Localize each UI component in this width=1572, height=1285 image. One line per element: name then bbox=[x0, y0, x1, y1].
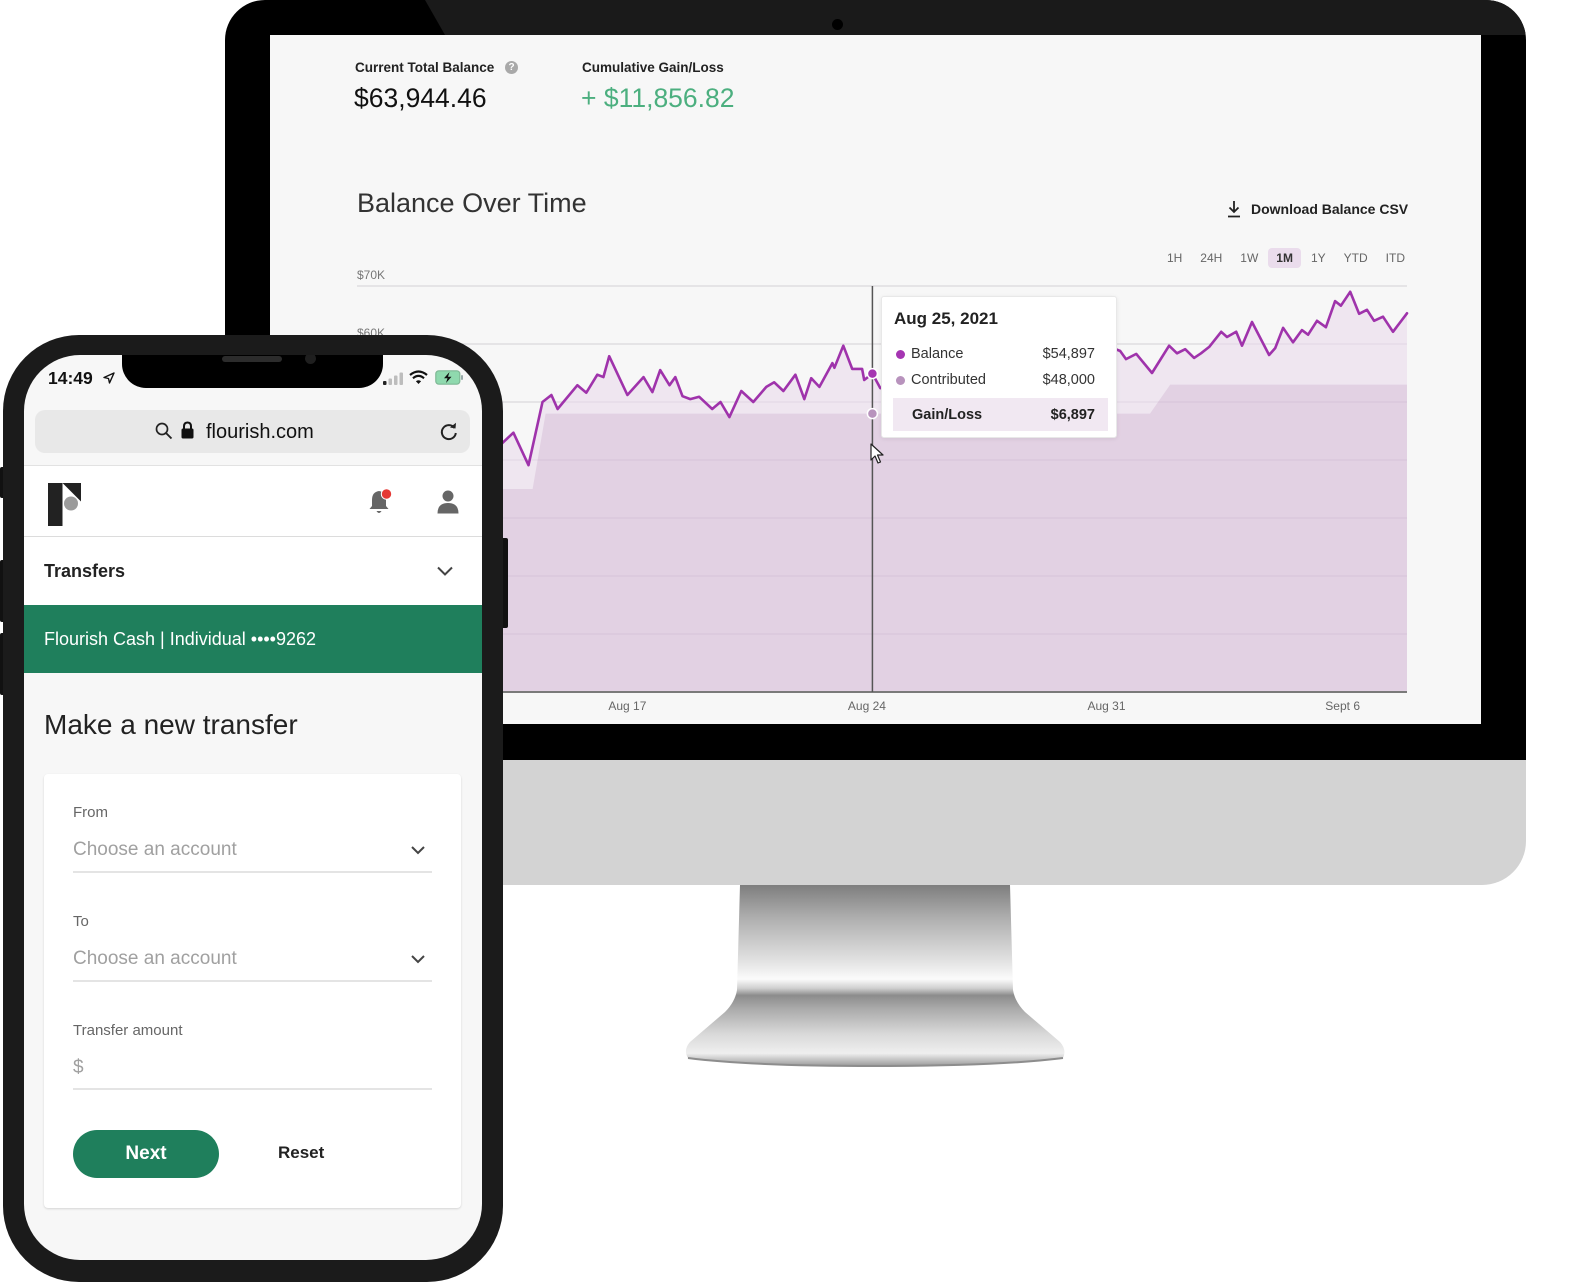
wifi-icon bbox=[409, 370, 428, 384]
to-placeholder: Choose an account bbox=[73, 948, 237, 969]
tooltip-date: Aug 25, 2021 bbox=[894, 309, 998, 328]
chart-tooltip: Aug 25, 2021 Balance $54,897 Contributed… bbox=[881, 296, 1117, 438]
section-label: Transfers bbox=[44, 561, 126, 581]
app-header bbox=[24, 465, 482, 537]
chevron-down-icon bbox=[411, 955, 425, 964]
hover-balance-marker bbox=[866, 367, 879, 380]
url-text: flourish.com bbox=[206, 421, 314, 443]
balance-legend-dot bbox=[896, 350, 905, 359]
status-time: 14:49 bbox=[48, 368, 93, 388]
front-camera-icon bbox=[305, 355, 316, 364]
tooltip-row-contributed: Contributed $48,000 bbox=[894, 371, 1095, 389]
location-arrow-icon bbox=[103, 372, 115, 384]
tooltip-label: Gain/Loss bbox=[912, 407, 983, 423]
x-tick-label: Aug 31 bbox=[1087, 699, 1125, 713]
from-label: From bbox=[73, 804, 108, 821]
to-account-select[interactable]: Choose an account bbox=[73, 945, 432, 982]
tooltip-value: $48,000 bbox=[1042, 372, 1095, 388]
cellular-signal-icon bbox=[383, 372, 403, 385]
page-title: Make a new transfer bbox=[44, 709, 298, 740]
tooltip-label: Contributed bbox=[911, 372, 986, 388]
from-account-select[interactable]: Choose an account bbox=[73, 836, 432, 873]
phone-screen: 14:49 flourish.com Transfers Flourish Ca… bbox=[24, 355, 482, 1260]
stand-neck bbox=[685, 885, 1065, 1066]
monitor-stand bbox=[685, 885, 1065, 1068]
y-tick-label: $70K bbox=[357, 268, 385, 282]
transfer-amount-input[interactable]: $ bbox=[73, 1053, 432, 1090]
flourish-logo[interactable] bbox=[48, 483, 81, 526]
browser-address-bar[interactable]: flourish.com bbox=[35, 410, 470, 453]
transfer-form-card: From Choose an account To Choose an acco… bbox=[44, 774, 461, 1208]
phone-notch bbox=[122, 355, 383, 388]
tooltip-value: $54,897 bbox=[1042, 346, 1095, 362]
tooltip-row-balance: Balance $54,897 bbox=[894, 345, 1095, 363]
camera-icon bbox=[832, 19, 843, 30]
notification-bell-icon[interactable] bbox=[368, 488, 394, 516]
reset-button[interactable]: Reset bbox=[278, 1144, 324, 1161]
currency-prefix: $ bbox=[73, 1057, 84, 1078]
next-button[interactable]: Next bbox=[73, 1130, 219, 1178]
mobile-phone: 14:49 flourish.com Transfers Flourish Ca… bbox=[3, 335, 503, 1282]
speaker-grille bbox=[222, 356, 282, 362]
amount-label: Transfer amount bbox=[73, 1022, 183, 1039]
reload-icon[interactable] bbox=[439, 421, 459, 442]
tooltip-value: $6,897 bbox=[1050, 407, 1095, 423]
user-profile-icon[interactable] bbox=[437, 490, 459, 514]
chevron-down-icon bbox=[437, 566, 453, 576]
section-dropdown[interactable]: Transfers bbox=[24, 537, 482, 605]
to-label: To bbox=[73, 913, 89, 930]
bezel-glare bbox=[425, 0, 1526, 35]
mouse-cursor-icon bbox=[870, 443, 884, 464]
tooltip-row-gain-loss: Gain/Loss $6,897 bbox=[893, 398, 1108, 431]
search-icon bbox=[155, 422, 173, 440]
account-banner: Flourish Cash | Individual ••••9262 bbox=[24, 605, 482, 673]
hover-contributed-marker bbox=[866, 407, 879, 420]
lock-icon bbox=[181, 421, 194, 439]
from-placeholder: Choose an account bbox=[73, 839, 237, 860]
account-name: Flourish Cash | Individual ••••9262 bbox=[44, 629, 317, 649]
x-tick-label: Aug 24 bbox=[848, 699, 886, 713]
battery-charging-icon bbox=[435, 370, 463, 385]
x-tick-label: Sept 6 bbox=[1325, 699, 1360, 713]
contributed-legend-dot bbox=[896, 376, 905, 385]
x-tick-label: Aug 17 bbox=[608, 699, 646, 713]
tooltip-label: Balance bbox=[911, 346, 964, 362]
chevron-down-icon bbox=[411, 846, 425, 855]
